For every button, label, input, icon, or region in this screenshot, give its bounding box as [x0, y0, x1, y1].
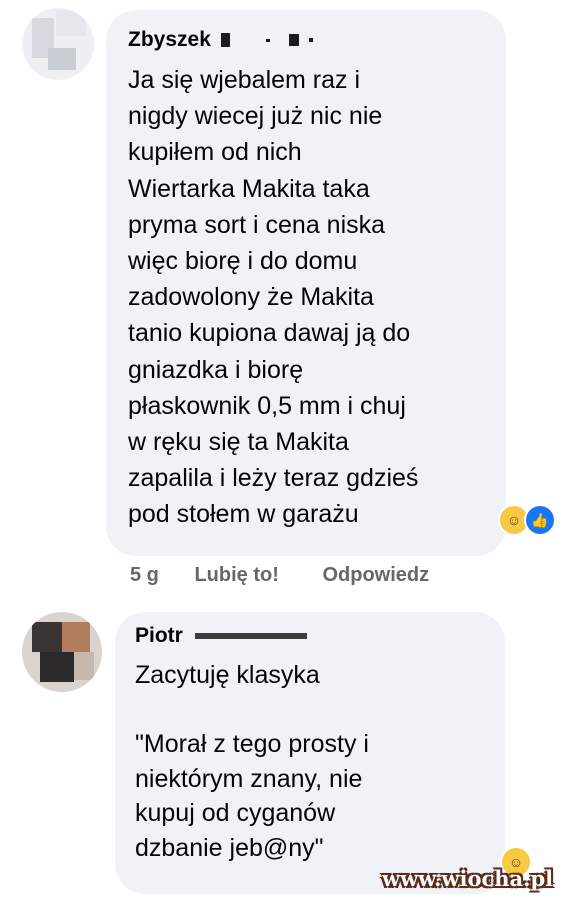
reply-button[interactable]: Odpowiedz [322, 564, 429, 587]
redacted-surname [289, 34, 300, 47]
redacted-surname [220, 33, 230, 48]
comment-timestamp[interactable]: 5 g [130, 564, 159, 587]
redacted-surname [194, 633, 307, 640]
comment-bubble: Zbyszek Ja się wjebalem raz i nigdy wiec… [106, 10, 506, 556]
redacted-surname [309, 38, 314, 43]
comment-thread: Zbyszek Ja się wjebalem raz i nigdy wiec… [0, 0, 565, 900]
like-button[interactable]: Lubię to! [194, 564, 278, 587]
comment-text: Ja się wjebalem raz i nigdy wiecej już n… [128, 66, 419, 529]
comment-author[interactable]: Piotr [135, 624, 307, 648]
author-name[interactable]: Piotr [135, 624, 183, 647]
comment-bubble: Piotr Zacytuję klasyka "Morał z tego pro… [115, 612, 505, 894]
watermark: www.wiocha.pl [382, 866, 554, 891]
comment-text: Zacytuję klasyka "Morał z tego prosty i … [135, 661, 369, 862]
comment-author[interactable]: Zbyszek [128, 28, 314, 52]
like-icon: 👍 [524, 504, 556, 536]
reaction-summary[interactable]: ☺ 👍 [498, 504, 556, 536]
avatar[interactable] [22, 8, 94, 80]
comment-actions: 5 g Lubię to! Odpowiedz [130, 564, 429, 587]
author-name[interactable]: Zbyszek [128, 28, 211, 51]
redacted-surname [265, 38, 270, 42]
avatar[interactable] [22, 612, 102, 692]
